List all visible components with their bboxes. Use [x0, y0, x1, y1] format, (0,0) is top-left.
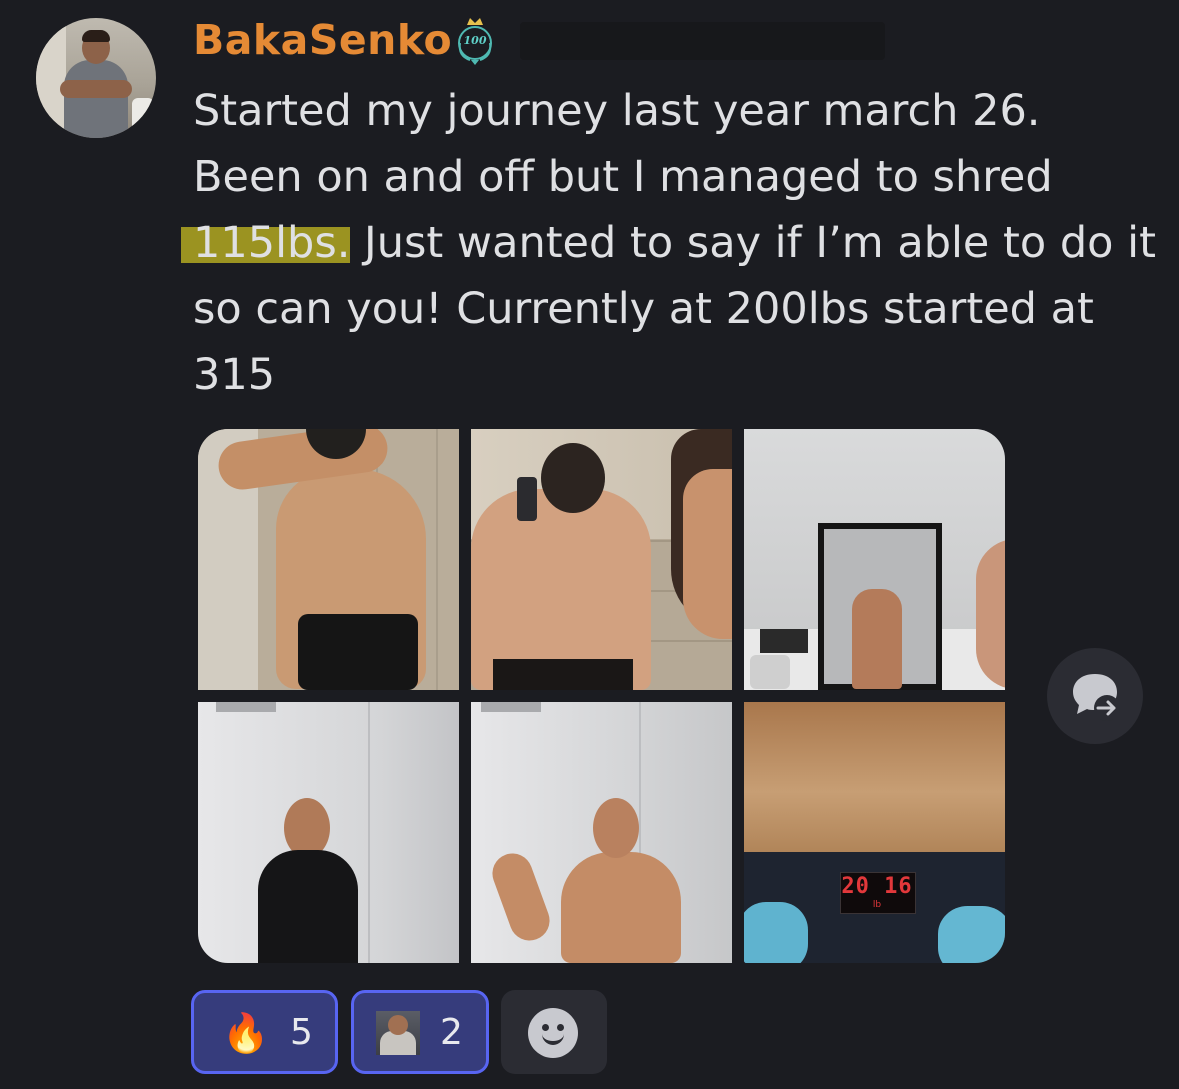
- wall-sign: [760, 629, 808, 653]
- content-text: Just wanted to say if I’m able to do it: [350, 218, 1156, 268]
- eye: [542, 1024, 549, 1031]
- scale-reading: 20 16: [841, 874, 913, 899]
- gallery-image-before-front[interactable]: [198, 429, 459, 690]
- wall-corner: [368, 702, 370, 963]
- head: [284, 798, 330, 858]
- content-line: Started my journey last year march 26.: [193, 86, 1041, 136]
- reaction-count: 5: [290, 1012, 313, 1053]
- avatar-hair: [82, 30, 110, 42]
- scale-unit: lb: [872, 900, 882, 910]
- mouth: [542, 1034, 564, 1045]
- gallery-image-scale[interactable]: 20 16 lb: [744, 702, 1005, 963]
- phone: [517, 477, 537, 521]
- thread-reply-button[interactable]: [1047, 648, 1143, 744]
- avatar-body: [64, 60, 128, 138]
- avatar-arms: [60, 80, 132, 98]
- reaction-custom-emoji[interactable]: 2: [351, 990, 489, 1074]
- foreground-face: [683, 469, 732, 639]
- avatar-bg-door: [36, 18, 66, 138]
- shirt: [258, 850, 358, 963]
- reaction-count: 2: [440, 1012, 463, 1053]
- gallery-image-mirror[interactable]: [744, 429, 1005, 690]
- eye: [557, 1024, 564, 1031]
- shorts: [298, 614, 418, 690]
- message-content: Started my journey last year march 26. B…: [181, 78, 1156, 408]
- emoji-head: [388, 1015, 408, 1035]
- right-foot: [938, 906, 1005, 963]
- gallery-image-after-flex[interactable]: [471, 702, 732, 963]
- avatar-bg-toilet: [132, 98, 154, 132]
- smiley-add-icon: [528, 1008, 578, 1058]
- content-line: 315: [193, 350, 276, 400]
- wood-surface: [744, 702, 1005, 852]
- arm: [486, 847, 556, 947]
- vent: [481, 702, 541, 712]
- fire-emoji-icon: 🔥: [222, 1011, 270, 1055]
- content-line: 115lbs. Just wanted to say if I’m able t…: [181, 210, 1156, 276]
- content-line: Been on and off but I managed to shred: [193, 152, 1053, 202]
- crown-badge-icon[interactable]: 100: [452, 16, 498, 66]
- highlighted-text: 115lbs.: [181, 218, 351, 268]
- author-username[interactable]: BakaSenko: [193, 14, 452, 66]
- torso: [561, 852, 681, 963]
- head: [593, 798, 639, 858]
- image-gallery: 20 16 lb: [198, 429, 1005, 964]
- chat-message: BakaSenko 100 Started my journey last ye…: [0, 0, 1179, 1089]
- gallery-image-before-back[interactable]: [471, 429, 732, 690]
- add-reaction-button[interactable]: [501, 990, 607, 1074]
- head: [541, 443, 605, 513]
- gallery-image-after-shirt[interactable]: [198, 702, 459, 963]
- mirror: [818, 523, 942, 690]
- redacted-area: [520, 22, 885, 60]
- content-line: so can you! Currently at 200lbs started …: [193, 284, 1094, 334]
- reaction-fire[interactable]: 🔥 5: [191, 990, 338, 1074]
- thread-reply-icon: [1073, 674, 1120, 721]
- author-avatar[interactable]: [36, 18, 156, 138]
- foreground-head: [976, 539, 1005, 689]
- custom-avatar-emoji-icon: [376, 1011, 420, 1055]
- badge-number: 100: [463, 34, 487, 47]
- left-foot: [744, 902, 808, 963]
- vent: [216, 702, 276, 712]
- reflection: [852, 589, 902, 689]
- shorts: [493, 659, 633, 690]
- hand-dryer: [750, 655, 790, 689]
